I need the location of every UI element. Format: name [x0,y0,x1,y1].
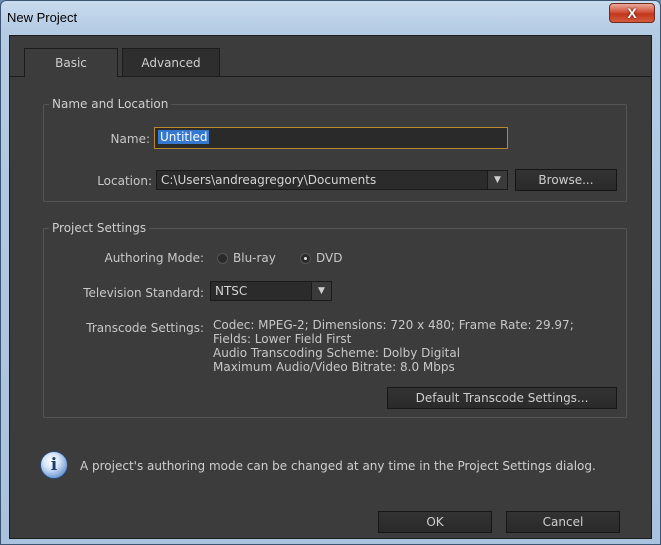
transcode-line: Codec: MPEG-2; Dimensions: 720 x 480; Fr… [213,318,574,332]
ok-button-label: OK [426,515,444,529]
name-field[interactable]: Untitled [154,127,508,149]
info-message: A project's authoring mode can be change… [80,459,596,473]
window-title: New Project [7,10,78,25]
radio-dvd[interactable]: DVD [300,251,342,265]
close-button[interactable]: X [609,3,655,23]
radio-blu-ray-indicator [217,252,228,264]
cancel-button[interactable]: Cancel [506,511,620,533]
cancel-button-label: Cancel [542,515,584,529]
ok-button[interactable]: OK [378,511,492,533]
close-icon: X [627,5,637,21]
tab-advanced-label: Advanced [141,55,201,70]
browse-button-label: Browse... [538,173,594,187]
default-transcode-settings-label: Default Transcode Settings... [415,391,589,405]
authoring-mode-label: Authoring Mode: [104,251,204,265]
transcode-settings-label: Transcode Settings: [86,321,204,335]
name-label: Name: [110,132,150,146]
radio-dvd-label: DVD [316,251,343,265]
name-location-group-label: Name and Location [49,97,172,111]
radio-dvd-indicator [300,252,311,264]
dialog-window: New Project X Basic Advanced Name and Lo… [0,0,661,545]
location-dropdown[interactable]: C:\Users\andreagregory\Documents ▼ [156,170,508,190]
title-bar[interactable]: New Project X [1,1,660,35]
project-settings-group-label: Project Settings [49,221,150,235]
browse-button[interactable]: Browse... [515,169,617,191]
dialog-body: Basic Advanced Name and Location Name: U… [9,35,652,539]
transcode-line: Audio Transcoding Scheme: Dolby Digital [213,346,461,360]
chevron-down-icon[interactable]: ▼ [311,282,331,300]
location-label: Location: [97,174,152,188]
radio-blu-ray[interactable]: Blu-ray [217,251,276,265]
tab-basic-label: Basic [55,56,87,70]
info-icon: i [40,451,68,479]
tv-standard-label: Television Standard: [83,286,204,300]
transcode-settings-text: Codec: MPEG-2; Dimensions: 720 x 480; Fr… [213,318,613,374]
name-field-value: Untitled [158,130,210,144]
tv-standard-dropdown[interactable]: NTSC ▼ [210,281,332,301]
tab-advanced[interactable]: Advanced [122,48,220,76]
transcode-line: Fields: Lower Field First [213,332,352,346]
location-value: C:\Users\andreagregory\Documents [161,173,377,187]
default-transcode-settings-button[interactable]: Default Transcode Settings... [387,387,617,409]
radio-blu-ray-label: Blu-ray [233,251,276,265]
chevron-down-icon[interactable]: ▼ [487,171,507,189]
transcode-line: Maximum Audio/Video Bitrate: 8.0 Mbps [213,360,455,374]
tv-standard-value: NTSC [215,284,248,298]
tab-basic[interactable]: Basic [24,48,118,77]
